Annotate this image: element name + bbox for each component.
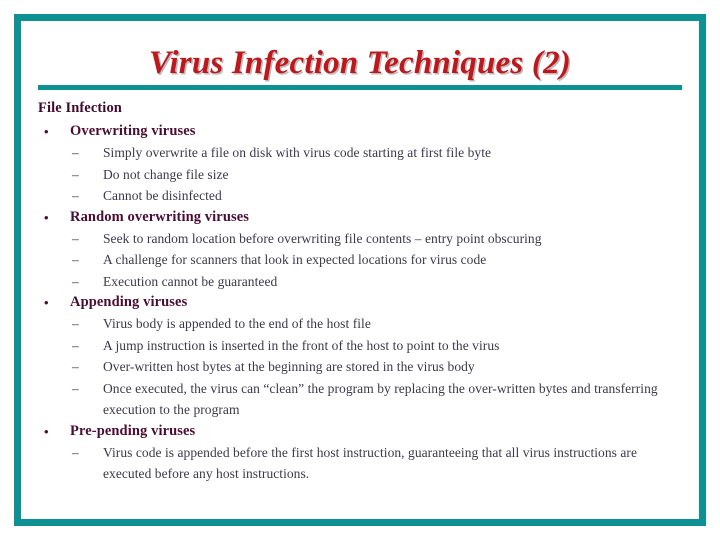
bullet-level1-label: Random overwriting viruses bbox=[70, 208, 250, 225]
bullet-level2: – A jump instruction is inserted in the … bbox=[38, 335, 686, 357]
slide-title-block: Virus Infection Techniques (2) bbox=[38, 44, 682, 82]
bullet-level1: • Pre-pending viruses bbox=[38, 421, 686, 442]
bullet-level2-text: Do not change file size bbox=[103, 166, 229, 182]
bullet-level2-text: Virus code is appended before the first … bbox=[103, 444, 638, 482]
bullet-level2-text: Once executed, the virus can “clean” the… bbox=[103, 380, 658, 418]
slide-body: File Infection • Overwriting viruses – S… bbox=[38, 99, 686, 485]
bullet-dash-icon: – bbox=[72, 337, 79, 353]
bullet-level1: • Appending viruses bbox=[38, 292, 686, 313]
bullet-level2: – Once executed, the virus can “clean” t… bbox=[38, 378, 686, 421]
bullet-level2-text: A jump instruction is inserted in the fr… bbox=[103, 337, 500, 353]
bullet-level2: – Do not change file size bbox=[38, 164, 686, 186]
bullet-dash-icon: – bbox=[72, 188, 79, 203]
bullet-level2-text: Over-written host bytes at the beginning… bbox=[103, 359, 475, 374]
bullet-level1-label: Overwriting viruses bbox=[70, 123, 196, 139]
bullet-level2: – Virus body is appended to the end of t… bbox=[38, 313, 686, 335]
bullet-level2-text: Seek to random location before overwriti… bbox=[103, 230, 542, 246]
bullet-dash-icon: – bbox=[72, 273, 79, 289]
bullet-dash-icon: – bbox=[72, 166, 79, 182]
bullet-dash-icon: – bbox=[72, 316, 79, 331]
bullet-level1-label: Pre-pending viruses bbox=[70, 422, 196, 439]
bullet-dash-icon: – bbox=[72, 380, 79, 396]
bullet-level1: • Random overwriting viruses bbox=[38, 207, 686, 228]
bullet-level2: – Simply overwrite a file on disk with v… bbox=[38, 142, 686, 164]
bullet-level1-label: Appending viruses bbox=[70, 294, 188, 310]
bullet-level2: – Cannot be disinfected bbox=[38, 185, 686, 207]
bullet-dot-icon: • bbox=[44, 295, 49, 310]
bullet-level1: • Overwriting viruses bbox=[38, 121, 686, 142]
bullet-level2-text: A challenge for scanners that look in ex… bbox=[103, 252, 487, 267]
bullet-dot-icon: • bbox=[44, 124, 49, 139]
section-heading: File Infection bbox=[38, 100, 122, 116]
bullet-level2-text: Execution cannot be guaranteed bbox=[103, 273, 278, 289]
bullet-dash-icon: – bbox=[72, 444, 79, 460]
bullet-level2-text: Simply overwrite a file on disk with vir… bbox=[103, 145, 492, 160]
bullet-dot-icon: • bbox=[44, 209, 49, 225]
bullet-dash-icon: – bbox=[72, 252, 79, 267]
bullet-level2-text: Cannot be disinfected bbox=[103, 188, 222, 203]
bullet-level2: – Seek to random location before overwri… bbox=[38, 228, 686, 250]
bullet-level2: – Over-written host bytes at the beginni… bbox=[38, 356, 686, 378]
bullet-dot-icon: • bbox=[44, 423, 49, 439]
bullet-level2-text: Virus body is appended to the end of the… bbox=[103, 316, 371, 331]
bullet-level2: – A challenge for scanners that look in … bbox=[38, 249, 686, 271]
bullet-dash-icon: – bbox=[72, 230, 79, 246]
bullet-dash-icon: – bbox=[72, 359, 79, 374]
page-title: Virus Infection Techniques (2) bbox=[149, 45, 571, 81]
bullet-level2: – Execution cannot be guaranteed bbox=[38, 271, 686, 293]
bullet-dash-icon: – bbox=[72, 145, 79, 160]
bullet-level2: – Virus code is appended before the firs… bbox=[38, 442, 686, 485]
presentation-slide: Virus Infection Techniques (2) File Infe… bbox=[0, 0, 720, 540]
title-underline-rule bbox=[38, 85, 682, 90]
